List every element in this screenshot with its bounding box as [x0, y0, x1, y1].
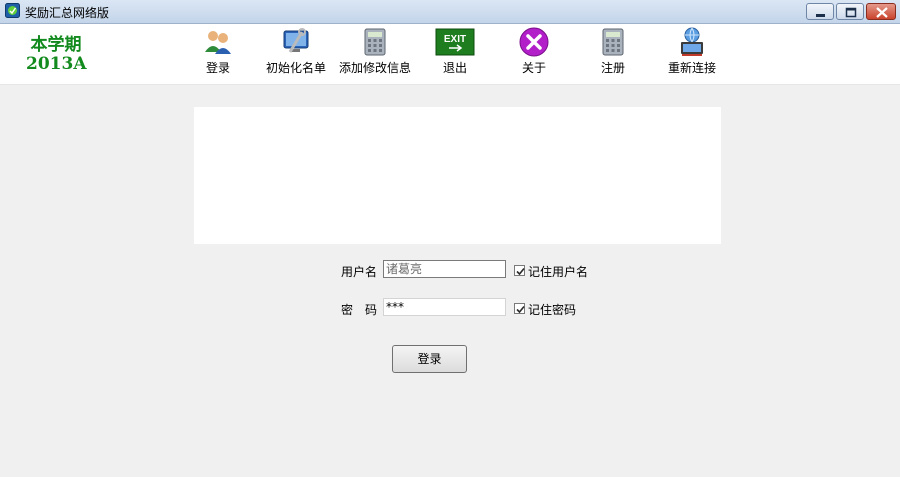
toolbar-init-list-button[interactable]: 初始化名单 — [251, 24, 341, 82]
toolbar-login-button[interactable]: 登录 — [173, 24, 263, 82]
term-line1: 本学期 — [30, 35, 82, 55]
toolbar-reconnect-button[interactable]: 重新连接 — [647, 24, 737, 82]
remember-username-label[interactable]: 记住用户名 — [528, 263, 588, 280]
toolbar-register-button[interactable]: 注册 — [568, 24, 658, 82]
password-input[interactable]: *** — [383, 298, 506, 316]
password-label: 密 码 — [341, 303, 378, 317]
svg-text:EXIT: EXIT — [444, 34, 466, 45]
network-computer-icon — [681, 27, 703, 56]
login-button[interactable]: 登录 — [392, 345, 467, 373]
users-icon — [205, 31, 231, 54]
window-title: 奖励汇总网络版 — [25, 6, 110, 20]
toolbar-login-label: 登录 — [205, 61, 230, 75]
maximize-icon — [845, 7, 857, 18]
monitor-wrench-icon — [283, 28, 309, 53]
toolbar-exit-label: 退出 — [442, 61, 467, 75]
close-button[interactable] — [866, 3, 896, 20]
remember-username-checkbox[interactable] — [514, 265, 525, 276]
toolbar-add-edit-button[interactable]: 添加修改信息 — [330, 24, 420, 82]
close-icon — [876, 7, 888, 18]
maximize-button[interactable] — [836, 3, 864, 20]
banner-panel — [194, 107, 721, 244]
username-input[interactable]: 诸葛亮 — [383, 260, 506, 278]
checkmark-icon — [516, 305, 525, 314]
calculator-icon — [602, 28, 624, 56]
close-circle-icon — [519, 27, 549, 57]
remember-password-checkbox[interactable] — [514, 303, 525, 314]
term-line2: 2013A — [26, 54, 87, 74]
toolbar-init-list-label: 初始化名单 — [265, 61, 326, 75]
toolbar-register-label: 注册 — [600, 61, 625, 75]
username-label: 用户名 — [341, 265, 378, 279]
title-bar: 奖励汇总网络版 — [0, 0, 900, 24]
term-label: 本学期 2013A — [26, 35, 87, 74]
toolbar-about-button[interactable]: 关于 — [489, 24, 579, 82]
exit-sign-icon: EXIT — [435, 28, 475, 56]
toolbar-add-edit-label: 添加修改信息 — [338, 61, 411, 75]
toolbar-about-label: 关于 — [521, 61, 546, 75]
checkmark-icon — [516, 267, 525, 276]
calculator-icon — [364, 28, 386, 56]
toolbar-reconnect-label: 重新连接 — [667, 61, 716, 75]
toolbar: 本学期 2013A 登录 初始化名单 添加修改信息 EXIT 退出 关于 注册 … — [0, 24, 900, 85]
minimize-icon — [816, 14, 825, 17]
app-icon — [5, 3, 20, 18]
minimize-button[interactable] — [806, 3, 834, 20]
remember-password-label[interactable]: 记住密码 — [528, 301, 576, 318]
toolbar-exit-button[interactable]: EXIT 退出 — [410, 24, 500, 82]
